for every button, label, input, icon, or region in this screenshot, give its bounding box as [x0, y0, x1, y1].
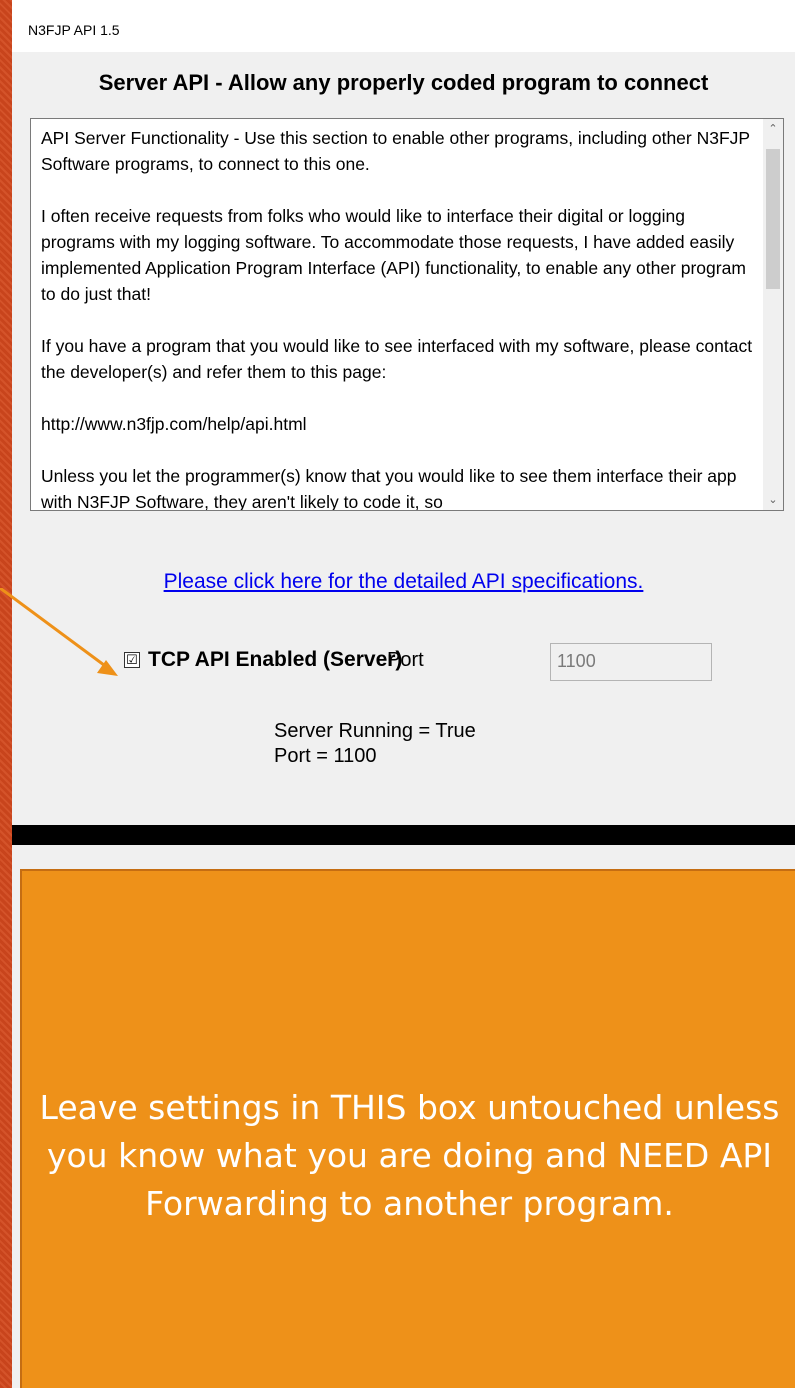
api-description-textbox[interactable]: API Server Functionality - Use this sect… — [30, 118, 784, 511]
annotation-arrow-icon — [0, 588, 118, 676]
divider-bar — [12, 825, 795, 845]
scroll-thumb[interactable] — [766, 149, 780, 289]
title-bar: N3FJP API 1.5 — [12, 0, 795, 52]
scroll-down-arrow-icon[interactable]: ⌄ — [763, 490, 783, 510]
port-input[interactable] — [550, 643, 712, 681]
callout-text: Leave settings in THIS box untouched unl… — [39, 1088, 780, 1223]
description-url: http://www.n3fjp.com/help/api.html — [41, 414, 307, 434]
scroll-up-arrow-icon[interactable]: ⌃ — [763, 119, 783, 139]
api-description-content: API Server Functionality - Use this sect… — [31, 119, 763, 510]
description-paragraph: Unless you let the programmer(s) know th… — [41, 466, 737, 510]
server-status: Server Running = True Port = 1100 — [274, 719, 476, 769]
tcp-api-enabled-checkbox[interactable]: ☑ — [124, 652, 140, 668]
description-paragraph: I often receive requests from folks who … — [41, 206, 746, 304]
section-heading: Server API - Allow any properly coded pr… — [98, 70, 709, 95]
description-paragraph: If you have a program that you would lik… — [41, 336, 753, 382]
tcp-api-enabled-label[interactable]: TCP API Enabled (Server) — [148, 648, 402, 672]
window-title: N3FJP API 1.5 — [28, 22, 120, 38]
description-paragraph: API Server Functionality - Use this sect… — [41, 128, 750, 174]
textbox-scrollbar[interactable]: ⌃ ⌄ — [763, 119, 783, 510]
annotation-callout: Leave settings in THIS box untouched unl… — [20, 869, 795, 1388]
port-label: Port — [387, 649, 424, 671]
server-port-status: Port = 1100 — [274, 745, 377, 767]
server-running-status: Server Running = True — [274, 720, 476, 742]
api-specifications-link[interactable]: Please click here for the detailed API s… — [12, 570, 795, 594]
